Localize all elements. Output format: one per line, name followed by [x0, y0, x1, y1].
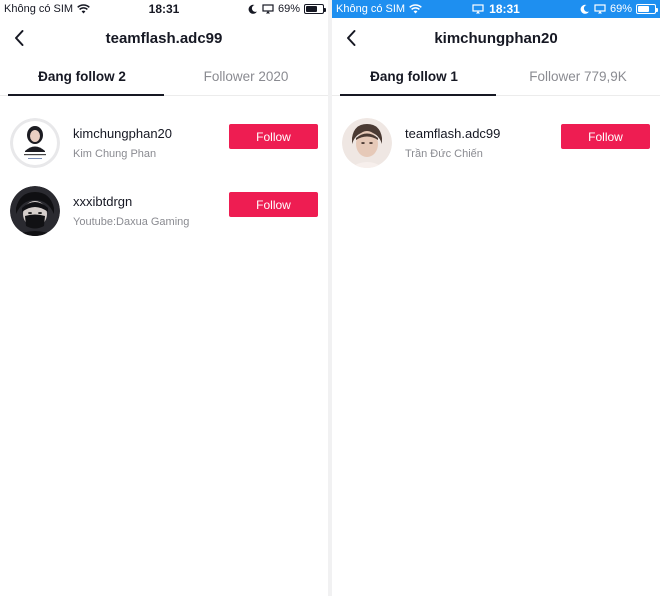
left-profile-screen: Không có SIM 18:31 69% teamflash.adc99 Đ…: [0, 0, 328, 596]
nickname: Trần Đức Chiến: [405, 148, 483, 160]
nickname: Youtube:Daxua Gaming: [73, 216, 190, 228]
tab-following[interactable]: Đang follow 2: [0, 58, 164, 96]
moon-icon: [580, 4, 589, 14]
user-list: teamflash.adc99 Trần Đức Chiến Follow: [332, 96, 660, 177]
battery-icon: [304, 4, 326, 14]
avatar[interactable]: [10, 186, 60, 236]
user-list: kimchungphan20 Kim Chung Phan Follow xxx…: [0, 96, 328, 245]
clock: 18:31: [489, 1, 520, 16]
header: teamflash.adc99: [0, 18, 328, 58]
tab-followers[interactable]: Follower 779,9K: [496, 58, 660, 95]
user-row[interactable]: teamflash.adc99 Trần Đức Chiến Follow: [332, 109, 660, 177]
wifi-icon: [77, 4, 90, 14]
clock: 18:31: [148, 2, 180, 16]
moon-icon: [248, 4, 257, 14]
tab-bar: Đang follow 1 Follower 779,9K: [332, 58, 660, 96]
follow-button[interactable]: Follow: [229, 192, 318, 217]
battery-percent: 69%: [609, 3, 632, 15]
battery-icon: [636, 4, 658, 14]
right-profile-screen: Không có SIM 18:31 69% kimchungphan20 Đa…: [332, 0, 660, 596]
status-bar: Không có SIM 18:31 69%: [0, 0, 328, 18]
page-title: teamflash.adc99: [105, 29, 223, 47]
user-row[interactable]: kimchungphan20 Kim Chung Phan Follow: [0, 109, 328, 177]
tab-followers[interactable]: Follower 2020: [164, 58, 328, 95]
wifi-icon: [409, 4, 422, 14]
battery-percent: 69%: [277, 3, 300, 15]
carrier-label: Không có SIM: [336, 3, 406, 15]
page-title: kimchungphan20: [434, 29, 558, 47]
screen-mirror-icon: [472, 3, 484, 13]
carrier-label: Không có SIM: [4, 3, 74, 15]
tab-following[interactable]: Đang follow 1: [332, 58, 496, 96]
back-arrow-icon[interactable]: [342, 28, 362, 48]
avatar[interactable]: [10, 118, 60, 168]
header: kimchungphan20: [332, 18, 660, 58]
user-row[interactable]: xxxibtdrgn Youtube:Daxua Gaming Follow: [0, 177, 328, 245]
avatar[interactable]: [342, 118, 392, 168]
follow-button[interactable]: Follow: [561, 124, 650, 149]
screen-mirror-icon: [262, 4, 274, 14]
tab-bar: Đang follow 2 Follower 2020: [0, 58, 328, 96]
status-bar: Không có SIM 18:31 69%: [332, 0, 660, 18]
follow-button[interactable]: Follow: [229, 124, 318, 149]
screen-mirror-icon: [594, 4, 606, 14]
nickname: Kim Chung Phan: [73, 148, 157, 160]
back-arrow-icon[interactable]: [10, 28, 30, 48]
